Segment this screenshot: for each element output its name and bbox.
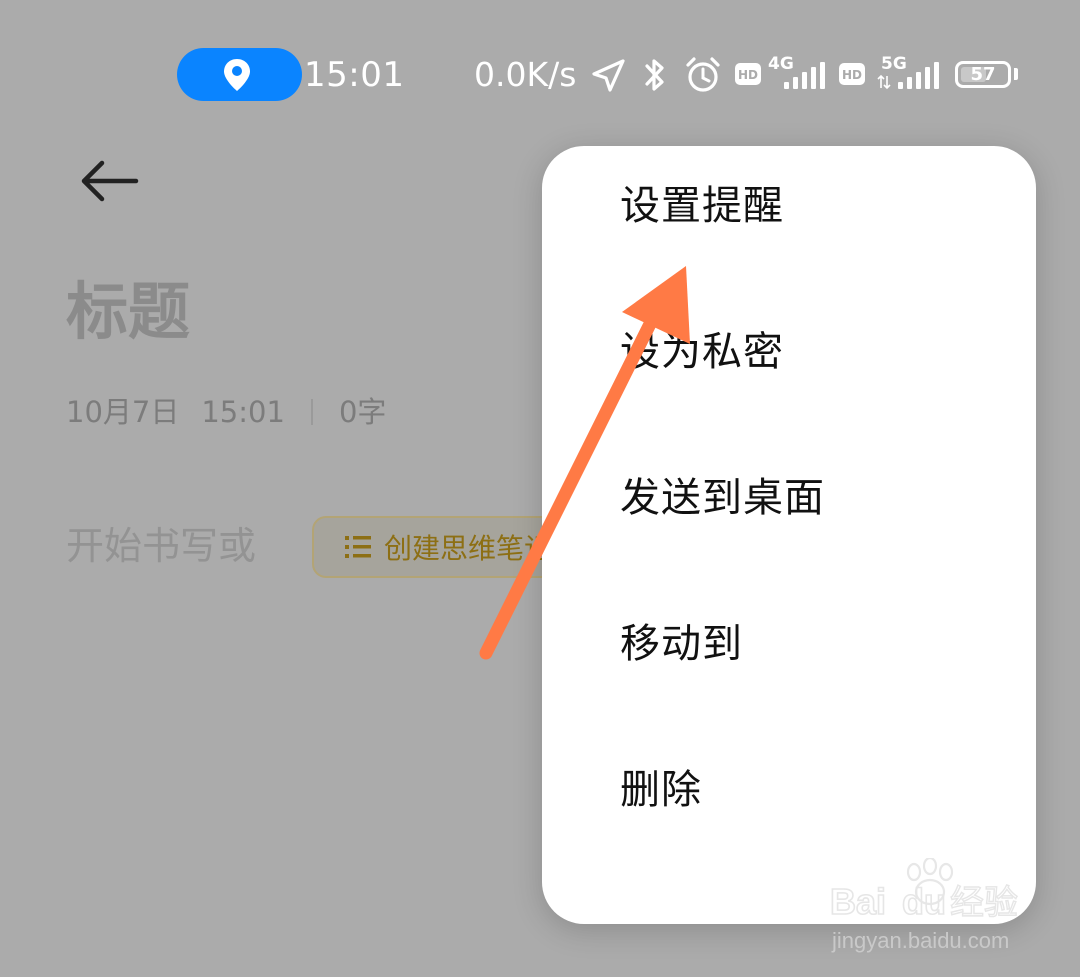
menu-item-label: 发送到桌面 bbox=[620, 475, 825, 521]
battery-level: 57 bbox=[970, 63, 996, 85]
note-word-count: 0字 bbox=[338, 395, 387, 429]
svg-text:经验: 经验 bbox=[950, 883, 1018, 923]
location-pin-icon bbox=[223, 58, 250, 91]
menu-item-label: 移动到 bbox=[620, 621, 743, 667]
menu-item-move-to[interactable]: 移动到 bbox=[542, 584, 1036, 704]
menu-item-delete[interactable]: 删除 bbox=[542, 730, 1036, 850]
hd-badge-text: HD bbox=[842, 68, 862, 82]
hd-badge-text: HD bbox=[738, 68, 758, 82]
alarm-clock-icon bbox=[686, 57, 720, 92]
note-meta: 10月7日 15:01 0字 bbox=[66, 392, 386, 432]
status-time: 15:01 bbox=[304, 55, 405, 95]
menu-item-label: 设为私密 bbox=[620, 329, 784, 375]
list-icon bbox=[345, 536, 371, 558]
menu-item-set-reminder[interactable]: 设置提醒 bbox=[542, 146, 1036, 266]
notes-screen: 15:01 0.0K/s HD 4G HD 5G 57 标题 10月7日 15:… bbox=[0, 0, 1080, 977]
bluetooth-icon bbox=[645, 59, 664, 91]
location-indicator[interactable] bbox=[177, 48, 302, 101]
signal-strength-icon bbox=[898, 62, 939, 89]
battery-cap bbox=[1014, 68, 1018, 80]
hd-call-icon: HD bbox=[839, 63, 865, 85]
note-date: 10月7日 bbox=[66, 395, 180, 429]
network-speed: 0.0K/s bbox=[474, 55, 577, 94]
note-title-placeholder[interactable]: 标题 bbox=[66, 276, 190, 348]
svg-text:du: du bbox=[902, 881, 946, 922]
battery-indicator: 57 bbox=[955, 61, 1011, 88]
baidu-jingyan-watermark-logo: Bai du 经验 bbox=[829, 858, 1019, 924]
meta-divider bbox=[310, 399, 313, 425]
overflow-menu: 设置提醒 设为私密 发送到桌面 移动到 删除 bbox=[542, 146, 1036, 924]
note-time: 15:01 bbox=[201, 395, 285, 429]
hd-call-icon: HD bbox=[735, 63, 761, 85]
watermark-url: jingyan.baidu.com bbox=[832, 928, 1010, 953]
navigation-arrow-icon bbox=[592, 59, 625, 92]
note-body-placeholder[interactable]: 开始书写或 bbox=[66, 522, 256, 570]
data-transfer-icon bbox=[877, 74, 891, 90]
menu-item-send-to-desktop[interactable]: 发送到桌面 bbox=[542, 438, 1036, 558]
signal-strength-icon bbox=[784, 62, 825, 89]
create-mindmap-label: 创建思维笔记 bbox=[384, 532, 553, 565]
menu-item-label: 删除 bbox=[620, 767, 702, 813]
menu-item-label: 设置提醒 bbox=[620, 183, 784, 229]
svg-text:Bai: Bai bbox=[830, 881, 886, 922]
back-arrow-icon[interactable] bbox=[76, 154, 146, 208]
menu-item-set-private[interactable]: 设为私密 bbox=[542, 292, 1036, 412]
